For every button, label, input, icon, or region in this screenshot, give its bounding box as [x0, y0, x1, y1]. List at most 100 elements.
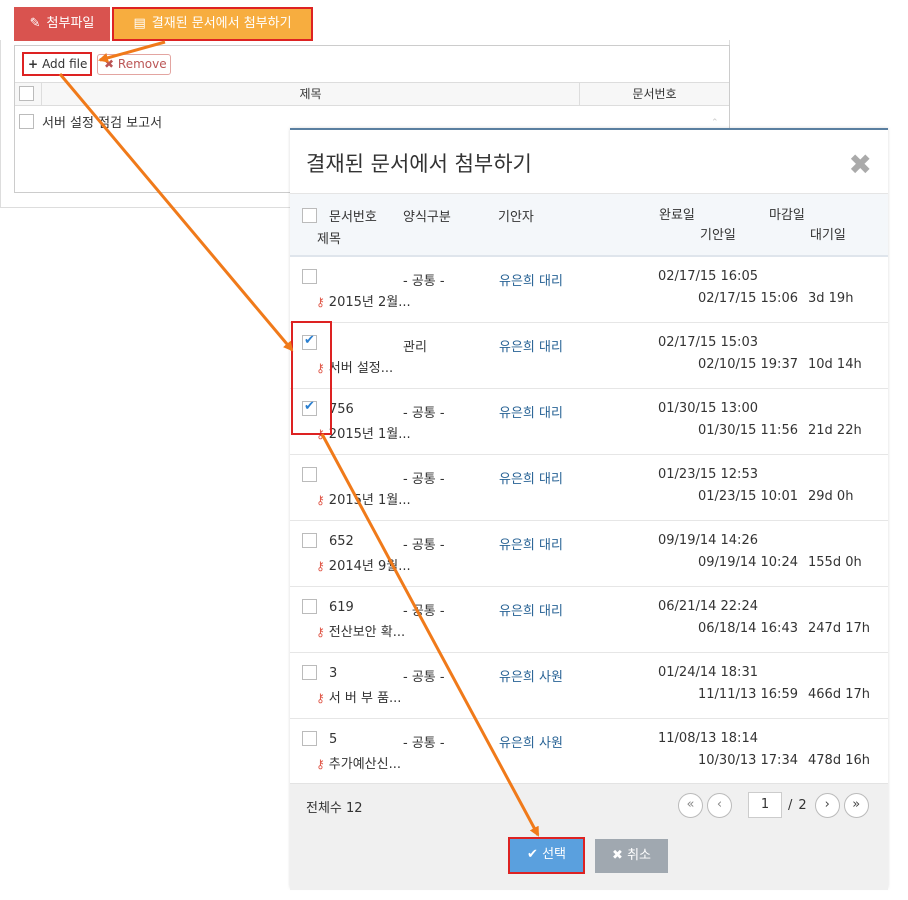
- header-wait-time[interactable]: 대기일: [810, 224, 846, 243]
- header-deadline[interactable]: 마감일: [769, 204, 805, 223]
- wait-time: 155d 0h: [808, 555, 862, 570]
- chevron-up-icon[interactable]: ⌃: [711, 118, 719, 128]
- doc-row[interactable]: 756 - 공통 - 유은희 대리 01/30/15 13:00 ⚷2015년 …: [290, 389, 888, 455]
- select-button[interactable]: ✔ 선택: [508, 837, 585, 874]
- doc-list: - 공통 - 유은희 대리 02/17/15 16:05 ⚷ 2015년 2월..…: [290, 257, 888, 785]
- doc-row[interactable]: 5 - 공통 - 유은희 사원 11/08/13 18:14 ⚷ 추가예산신...…: [290, 719, 888, 785]
- doc-title[interactable]: ⚷ 추가예산신...: [316, 753, 401, 772]
- paperclip-icon: ✎: [29, 16, 41, 31]
- draft-date: 06/18/14 16:43: [698, 621, 798, 636]
- done-date: 02/17/15 15:03: [658, 335, 758, 350]
- next-page-icon[interactable]: ›: [814, 792, 840, 818]
- author-link[interactable]: 유은희 대리: [499, 600, 563, 619]
- form-type: - 공통 -: [403, 736, 445, 751]
- doc-title-text: 2014년 9월...: [328, 559, 411, 574]
- header-draft-date[interactable]: 기안일: [700, 224, 736, 243]
- total-count: 전체수 12: [306, 801, 363, 816]
- doc-title-text: 2015년 2월...: [328, 295, 411, 310]
- close-icon[interactable]: ✖: [849, 148, 872, 181]
- x-icon: ✖: [612, 848, 623, 863]
- key-icon: ⚷: [316, 295, 325, 309]
- remove-label: Remove: [117, 57, 167, 71]
- column-docnum: 문서번호: [579, 83, 729, 105]
- header-docnum[interactable]: 문서번호: [329, 206, 377, 225]
- author-link[interactable]: 유은희 사원: [499, 732, 563, 751]
- wait-time: 21d 22h: [808, 423, 862, 438]
- remove-button[interactable]: ✖ Remove: [97, 54, 171, 75]
- doc-title-text: 전산보안 확...: [328, 625, 406, 640]
- doc-title[interactable]: ⚷ 서 버 부 품...: [316, 687, 401, 706]
- author-link[interactable]: 유은희 대리: [499, 468, 563, 487]
- key-icon: ⚷: [316, 493, 325, 507]
- x-icon: ✖: [104, 57, 115, 71]
- header-form-type[interactable]: 양식구분: [403, 206, 451, 225]
- doc-title[interactable]: ⚷ 전산보안 확...: [316, 621, 405, 640]
- doc-row[interactable]: 619 - 공통 - 유은희 대리 06/21/14 22:24 ⚷ 전산보안 확…: [290, 587, 888, 653]
- done-date: 06/21/14 22:24: [658, 599, 758, 614]
- row-checkbox[interactable]: [302, 533, 317, 548]
- select-all-checkbox[interactable]: [19, 86, 34, 101]
- draft-date: 02/17/15 15:06: [698, 291, 798, 306]
- author-link[interactable]: 유은희 대리: [499, 270, 563, 289]
- tab-attached-files-label: 첨부파일: [46, 16, 95, 31]
- doc-row[interactable]: 3 - 공통 - 유은희 사원 01/24/14 18:31 ⚷ 서 버 부 품.…: [290, 653, 888, 719]
- doc-row[interactable]: 652 - 공통 - 유은희 대리 09/19/14 14:26 ⚷ 2014년 …: [290, 521, 888, 587]
- check-icon: ✔: [527, 847, 538, 862]
- add-file-label: Add file: [42, 57, 88, 71]
- page-input[interactable]: 1: [748, 792, 782, 818]
- doc-title[interactable]: ⚷ 2015년 1월...: [316, 489, 411, 508]
- select-button-label: 선택: [542, 847, 566, 862]
- tab-attached-files[interactable]: ✎ 첨부파일: [14, 7, 110, 41]
- header-title[interactable]: 제목: [317, 228, 341, 247]
- tab-attach-from-approved-docs[interactable]: ▤ 결재된 문서에서 첨부하기: [112, 7, 313, 41]
- page-total: 2: [798, 797, 807, 813]
- attachment-row: 서버 설정 점검 보고서: [19, 112, 162, 131]
- column-title: 제목: [41, 83, 579, 105]
- row-checkbox[interactable]: [302, 665, 317, 680]
- select-all-checkbox[interactable]: [302, 208, 317, 223]
- cancel-button-label: 취소: [627, 848, 651, 863]
- row-checkbox[interactable]: [302, 467, 317, 482]
- draft-date: 02/10/15 19:37: [698, 357, 798, 372]
- key-icon: ⚷: [316, 691, 325, 705]
- key-icon: ⚷: [316, 625, 325, 639]
- doc-row[interactable]: - 공통 - 유은희 대리 02/17/15 16:05 ⚷ 2015년 2월..…: [290, 257, 888, 323]
- first-page-icon[interactable]: «: [678, 792, 703, 818]
- list-footer: 전체수 12 « ‹ 1 / 2 › »: [290, 783, 888, 825]
- dialog-title: 결재된 문서에서 첨부하기: [306, 152, 532, 176]
- author-link[interactable]: 유은희 대리: [499, 402, 563, 421]
- author-link[interactable]: 유은희 대리: [499, 336, 563, 355]
- header-author[interactable]: 기안자: [498, 206, 534, 225]
- add-file-button[interactable]: + Add file: [22, 52, 92, 76]
- doc-row[interactable]: - 공통 - 유은희 대리 01/23/15 12:53 ⚷ 2015년 1월..…: [290, 455, 888, 521]
- attach-from-docs-dialog: 결재된 문서에서 첨부하기 ✖ 문서번호 양식구분 기안자 완료일 마감일 제목…: [290, 128, 888, 890]
- row-checkbox[interactable]: [302, 269, 317, 284]
- doc-number: 5: [329, 732, 338, 747]
- doc-title-text: 서 버 부 품...: [328, 691, 402, 706]
- author-link[interactable]: 유은희 사원: [499, 666, 563, 685]
- doc-row[interactable]: 관리 유은희 대리 02/17/15 15:03 ⚷서버 설정... 02/10…: [290, 323, 888, 389]
- header-done-date[interactable]: 완료일: [659, 204, 695, 223]
- draft-date: 01/30/15 11:56: [698, 423, 798, 438]
- doc-title-text: 2015년 1월...: [328, 493, 411, 508]
- row-checkbox[interactable]: [302, 731, 317, 746]
- plus-icon: +: [28, 57, 39, 71]
- done-date: 02/17/15 16:05: [658, 269, 758, 284]
- prev-page-icon[interactable]: ‹: [707, 792, 732, 818]
- row-checkbox[interactable]: [19, 114, 34, 129]
- wait-time: 478d 16h: [808, 753, 870, 768]
- row-checkbox[interactable]: [302, 599, 317, 614]
- key-icon: ⚷: [316, 757, 325, 771]
- doc-title[interactable]: ⚷ 2014년 9월...: [316, 555, 411, 574]
- highlight-box: [291, 321, 332, 435]
- doc-number: 3: [329, 666, 338, 681]
- cancel-button[interactable]: ✖ 취소: [595, 839, 668, 873]
- doc-title-text: 서버 설정...: [328, 361, 394, 376]
- done-date: 11/08/13 18:14: [658, 731, 758, 746]
- draft-date: 10/30/13 17:34: [698, 753, 798, 768]
- doc-number: 756: [329, 402, 354, 417]
- form-type: - 공통 -: [403, 670, 445, 685]
- last-page-icon[interactable]: »: [843, 792, 869, 818]
- doc-title[interactable]: ⚷ 2015년 2월...: [316, 291, 411, 310]
- author-link[interactable]: 유은희 대리: [499, 534, 563, 553]
